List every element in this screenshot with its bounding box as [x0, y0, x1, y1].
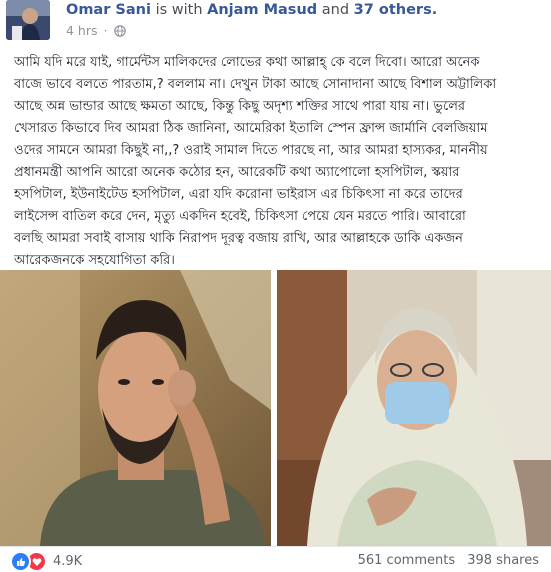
and-text: and [321, 2, 350, 18]
post-text-line: প্রধানমন্ত্রী আপনি আরো অনেক কঠোর হন, আরে… [14, 165, 460, 180]
post-photos [0, 270, 551, 546]
post-meta: 4 hrs · [66, 23, 126, 38]
like-reaction-icon [10, 551, 31, 572]
photo-right[interactable] [277, 270, 551, 546]
post-footer: 4.9K 561 comments 398 shares [0, 546, 551, 572]
author-avatar[interactable] [6, 0, 50, 40]
avatar-image [6, 0, 50, 40]
photo-woman-mask [277, 270, 551, 546]
post-text-line: লাইসেন্স বাতিল করে দেন, মৃত্যু একদিন হবে… [14, 209, 466, 224]
post-text-line: হসপিটাল, ইউনাইটেড হসপিটাল, এরা যদি করোনা… [14, 187, 463, 202]
post-text-line: বাজে ভাবে বলতে পারতাম,? বললাম না। দেখুন … [14, 77, 497, 92]
post-text: আমি যদি মরে যাই, গার্মেন্টস মালিকদের লোভ… [14, 52, 546, 272]
comments-count[interactable]: 561 comments [358, 553, 455, 568]
post-time[interactable]: 4 hrs [66, 23, 98, 38]
photo-man [0, 270, 271, 546]
author-name[interactable]: Omar Sani [66, 2, 151, 18]
globe-icon[interactable] [113, 24, 126, 37]
dot-separator: · [103, 23, 108, 38]
post-header: Omar Sani is with Anjam Masud and 37 oth… [0, 0, 551, 44]
shares-count[interactable]: 398 shares [467, 553, 539, 568]
engagement-stats: 561 comments 398 shares [358, 553, 539, 568]
photo-left[interactable] [0, 270, 271, 546]
reactions-summary[interactable]: 4.9K [10, 551, 82, 572]
post-text-line: আরেকজনকে সহযোগিতা করি। [14, 253, 175, 268]
post-text-line: বলছি আমরা সবাই বাসায় থাকি নিরাপদ দূরত্ব… [14, 231, 463, 246]
post-text-line: খেসারত কিভাবে দিব আমরা ঠিক জানিনা, আমেরি… [14, 121, 488, 136]
with-text: is with [155, 2, 203, 18]
reactions-count: 4.9K [53, 554, 83, 569]
post-text-line: ওদের সামনে আমরা কিছুই না,,? ওরাই সামাল দ… [14, 143, 488, 158]
others-link[interactable]: 37 others. [354, 2, 438, 18]
post-text-line: আমি যদি মরে যাই, গার্মেন্টস মালিকদের লোভ… [14, 55, 480, 70]
post-text-line: আছে অন্ন ভান্ডার আছে ক্ষমতা আছে, কিন্তু … [14, 99, 466, 114]
post-attribution: Omar Sani is with Anjam Masud and 37 oth… [66, 2, 437, 18]
facebook-post: Omar Sani is with Anjam Masud and 37 oth… [0, 0, 551, 572]
tagged-person[interactable]: Anjam Masud [207, 2, 317, 18]
